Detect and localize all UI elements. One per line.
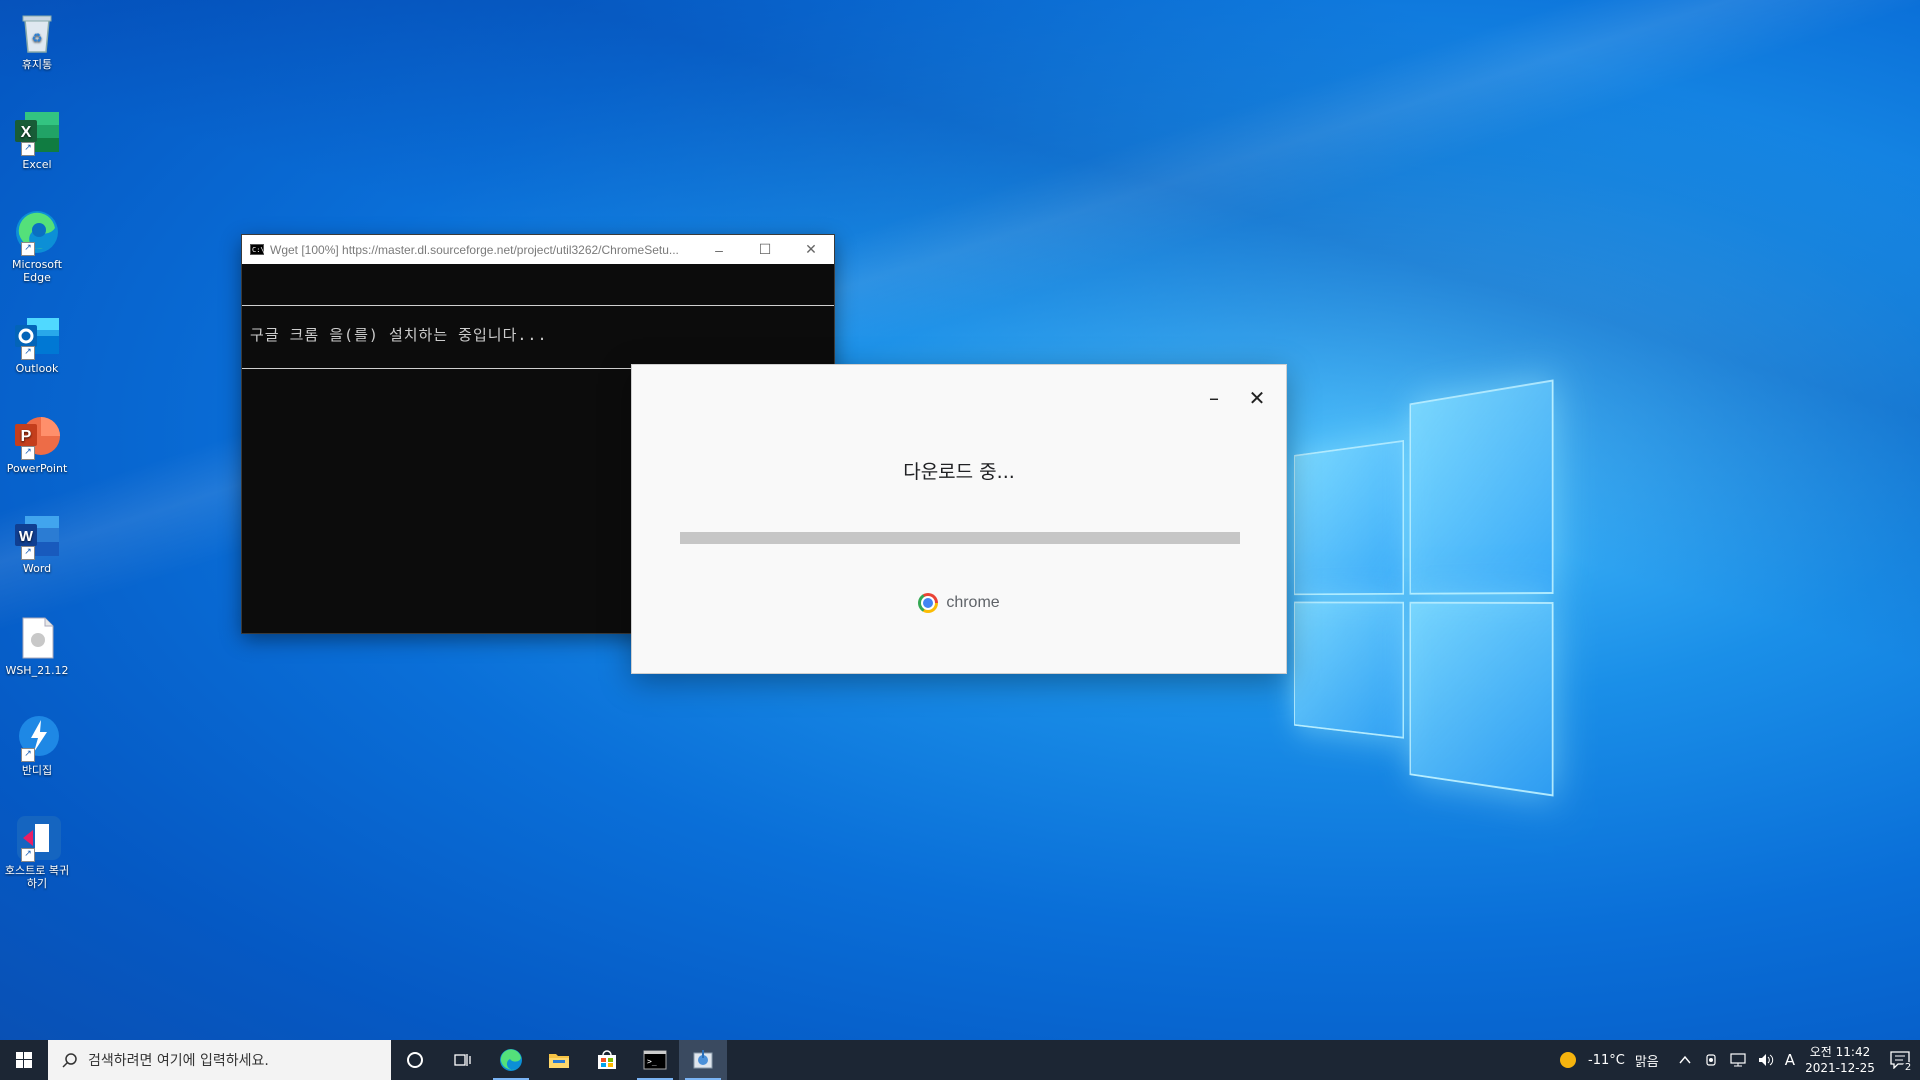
shortcut-arrow-icon: ↗ xyxy=(21,142,35,156)
shortcut-arrow-icon: ↗ xyxy=(21,346,35,360)
desktop-icon-bandizip[interactable]: ↗ 반디집 xyxy=(4,714,70,777)
svg-text:♻: ♻ xyxy=(32,31,43,45)
chrome-brand-label: chrome xyxy=(946,594,999,612)
shortcut-arrow-icon: ↗ xyxy=(21,546,35,560)
desktop-icon-word[interactable]: W ↗ Word xyxy=(4,512,70,575)
close-button[interactable]: ✕ xyxy=(788,241,834,258)
windows-start-icon xyxy=(16,1052,32,1068)
installer-close-button[interactable]: ✕ xyxy=(1246,387,1268,409)
desktop-icon-excel[interactable]: X ↗ Excel xyxy=(4,108,70,171)
svg-text:W: W xyxy=(19,528,34,545)
desktop-icon-label: 반디집 xyxy=(4,764,70,777)
notification-center-button[interactable]: 2 xyxy=(1880,1040,1920,1080)
search-icon xyxy=(62,1052,78,1068)
desktop-icon-label: 휴지통 xyxy=(4,58,70,71)
task-view-icon xyxy=(454,1051,472,1069)
return-to-host-icon: ↗ xyxy=(13,814,61,862)
desktop-icon-wsh-file[interactable]: WSH_21.12 xyxy=(4,614,70,677)
svg-text:P: P xyxy=(21,428,32,445)
desktop-icon-edge[interactable]: ↗ Microsoft Edge xyxy=(4,208,70,284)
cmd-divider-top xyxy=(242,305,834,306)
file-icon xyxy=(13,614,61,662)
desktop-icon-label: Outlook xyxy=(4,362,70,375)
powerpoint-icon: P ↗ xyxy=(13,412,61,460)
desktop-icon-outlook[interactable]: ↗ Outlook xyxy=(4,312,70,375)
chevron-up-icon[interactable] xyxy=(1678,1053,1692,1067)
installer-minimize-button[interactable]: – xyxy=(1204,389,1224,409)
weather-condition[interactable]: 맑음 xyxy=(1635,1051,1659,1070)
outlook-icon: ↗ xyxy=(13,312,61,360)
desktop-icon-label: WSH_21.12 xyxy=(4,664,70,677)
volume-icon[interactable] xyxy=(1758,1053,1774,1067)
chrome-brand: chrome xyxy=(632,593,1286,613)
cortana-icon xyxy=(406,1051,424,1069)
taskbar-clock[interactable]: 오전 11:42 2021-12-25 xyxy=(1800,1044,1880,1076)
windows-logo-wallpaper xyxy=(1294,420,1550,780)
edge-icon xyxy=(499,1048,523,1072)
desktop-icon-label: Word xyxy=(4,562,70,575)
weather-temperature[interactable]: -11°C xyxy=(1588,1053,1625,1068)
shortcut-arrow-icon: ↗ xyxy=(21,848,35,862)
clock-time: 오전 11:42 xyxy=(1800,1044,1880,1060)
download-status-text: 다운로드 중... xyxy=(632,457,1286,484)
installer-icon xyxy=(691,1048,715,1072)
minimize-button[interactable]: – xyxy=(696,242,742,258)
cmd-title-bar[interactable]: C:\ Wget [100%] https://master.dl.source… xyxy=(242,235,834,264)
file-explorer-icon xyxy=(547,1048,571,1072)
cmd-install-message: 구글 크롬 을(를) 설치하는 중입니다... xyxy=(250,324,547,345)
taskbar-installer[interactable] xyxy=(679,1040,727,1080)
desktop-icon-powerpoint[interactable]: P ↗ PowerPoint xyxy=(4,412,70,475)
desktop-icon-return-to-host[interactable]: ↗ 호스트로 복귀하기 xyxy=(4,814,70,890)
download-progress-bar xyxy=(680,532,1240,544)
desktop-icon-label: Excel xyxy=(4,158,70,171)
store-icon xyxy=(595,1048,619,1072)
cmd-window-title: Wget [100%] https://master.dl.sourceforg… xyxy=(270,243,696,257)
taskbar-file-explorer[interactable] xyxy=(535,1040,583,1080)
desktop-icon-label: Microsoft Edge xyxy=(4,258,70,284)
recycle-bin-icon: ♻ xyxy=(13,8,61,56)
shortcut-arrow-icon: ↗ xyxy=(21,242,35,256)
weather-sun-icon[interactable] xyxy=(1559,1051,1577,1069)
ime-indicator[interactable]: A xyxy=(1785,1051,1795,1069)
taskbar-cmd[interactable]: >_ xyxy=(631,1040,679,1080)
taskbar-store[interactable] xyxy=(583,1040,631,1080)
word-icon: W ↗ xyxy=(13,512,61,560)
desktop-icon-label: PowerPoint xyxy=(4,462,70,475)
clock-date: 2021-12-25 xyxy=(1800,1060,1880,1076)
notification-count-badge: 2 xyxy=(1902,1062,1914,1074)
network-icon[interactable] xyxy=(1730,1053,1746,1067)
chrome-installer-dialog[interactable]: – ✕ 다운로드 중... chrome xyxy=(632,365,1286,673)
edge-icon: ↗ xyxy=(13,208,61,256)
excel-icon: X ↗ xyxy=(13,108,61,156)
taskbar-search-box[interactable]: 검색하려면 여기에 입력하세요. xyxy=(48,1040,391,1080)
cortana-button[interactable] xyxy=(391,1040,439,1080)
shortcut-arrow-icon: ↗ xyxy=(21,446,35,460)
bandizip-icon: ↗ xyxy=(13,714,61,762)
start-button[interactable] xyxy=(0,1040,48,1080)
maximize-button[interactable]: ☐ xyxy=(742,241,788,258)
svg-text:>_: >_ xyxy=(647,1057,657,1066)
search-placeholder: 검색하려면 여기에 입력하세요. xyxy=(88,1050,269,1070)
taskbar: 검색하려면 여기에 입력하세요. >_ -11°C 맑음 A 오전 11:42 … xyxy=(0,1040,1920,1080)
desktop-icon-label: 호스트로 복귀하기 xyxy=(4,864,70,890)
meet-now-icon[interactable] xyxy=(1704,1053,1718,1067)
cmd-app-icon: C:\ xyxy=(250,244,264,255)
download-progress-fill xyxy=(680,532,1240,544)
cmd-icon: >_ xyxy=(643,1050,667,1070)
svg-text:X: X xyxy=(21,124,32,141)
desktop-icon-recycle-bin[interactable]: ♻ 휴지통 xyxy=(4,8,70,71)
shortcut-arrow-icon: ↗ xyxy=(21,748,35,762)
system-tray: -11°C 맑음 A 오전 11:42 2021-12-25 2 xyxy=(1559,1040,1920,1080)
task-view-button[interactable] xyxy=(439,1040,487,1080)
taskbar-edge[interactable] xyxy=(487,1040,535,1080)
chrome-logo-icon xyxy=(918,593,938,613)
